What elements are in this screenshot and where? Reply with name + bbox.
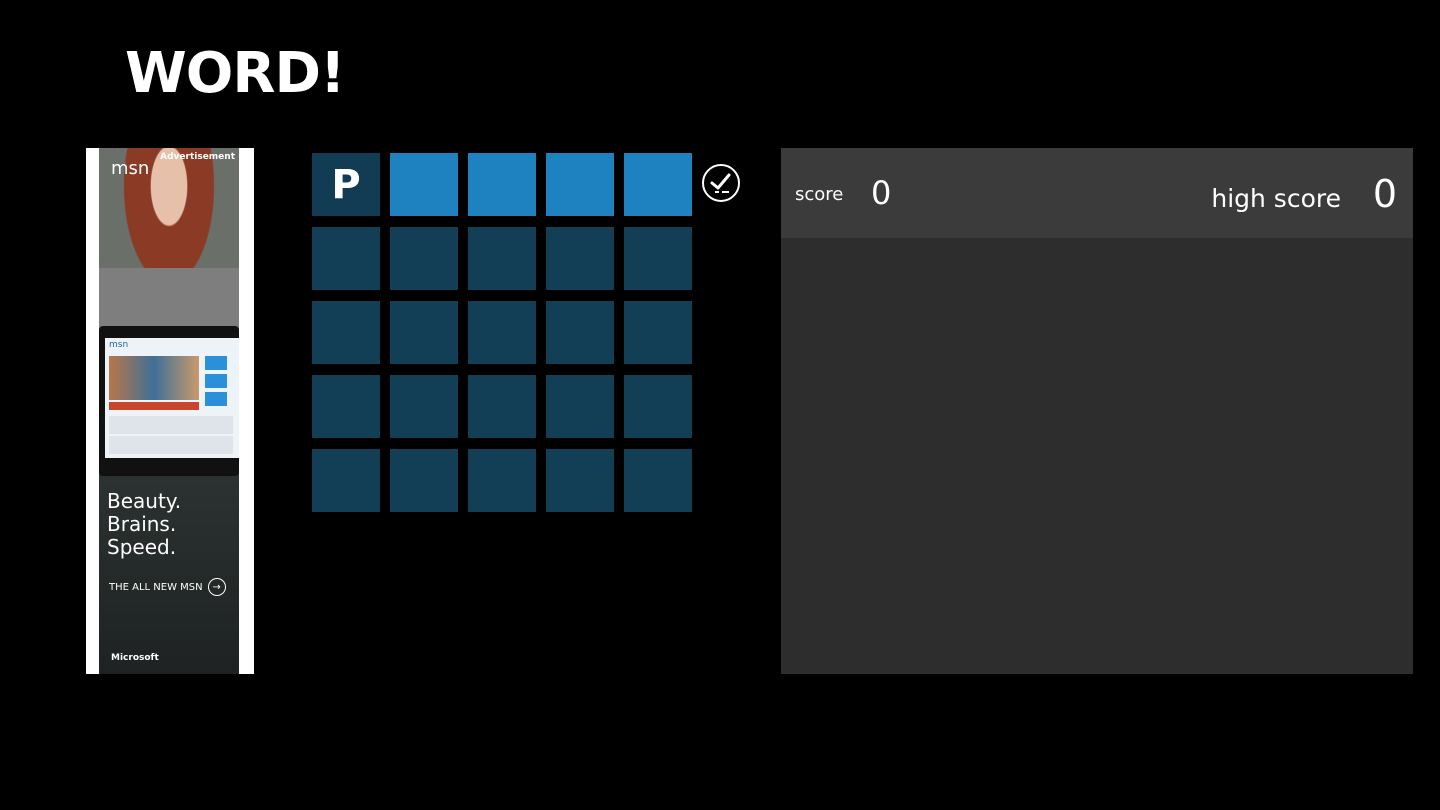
app-title: WORD!: [125, 41, 346, 106]
ad-copy-line: Brains.: [107, 512, 177, 536]
ad-cta-label: THE ALL NEW MSN: [109, 581, 203, 593]
letter-tile[interactable]: [468, 449, 536, 512]
advertisement-banner[interactable]: msn Advertisement msn Beauty. Brains. Sp…: [86, 148, 254, 674]
letter-tile[interactable]: [390, 227, 458, 290]
ad-screen-tile: [205, 356, 227, 370]
ad-screen-logo: msn: [109, 340, 129, 350]
ad-copy: Beauty. Brains. Speed.: [107, 490, 181, 559]
ad-image: msn Advertisement msn Beauty. Brains. Sp…: [99, 148, 239, 674]
letter-tile[interactable]: [390, 375, 458, 438]
letter-tile[interactable]: [390, 449, 458, 512]
ad-sponsor: Microsoft: [111, 653, 159, 663]
check-circle-icon[interactable]: [702, 164, 740, 202]
letter-tile[interactable]: [390, 153, 458, 216]
ad-screen-tile: [205, 374, 227, 388]
ad-tablet-image: msn: [99, 326, 239, 476]
letter-tile[interactable]: P: [312, 153, 380, 216]
ad-label: Advertisement: [160, 152, 235, 162]
ad-brand-logo: msn: [111, 158, 150, 179]
letter-tile[interactable]: [546, 375, 614, 438]
score-value: 0: [871, 174, 892, 212]
letter-tile[interactable]: [468, 227, 536, 290]
letter-grid: P: [312, 153, 692, 512]
letter-tile[interactable]: [546, 301, 614, 364]
letter-tile[interactable]: [390, 301, 458, 364]
ad-tablet-screen: msn: [105, 338, 239, 458]
score-label: score: [795, 184, 844, 205]
ad-screen-tile: [205, 392, 227, 406]
letter-tile[interactable]: [546, 227, 614, 290]
high-score-value: 0: [1372, 172, 1397, 216]
letter-tile[interactable]: [546, 153, 614, 216]
letter-tile[interactable]: [468, 301, 536, 364]
check-icon-glyph: [710, 173, 731, 193]
letter-tile[interactable]: [468, 153, 536, 216]
letter-tile[interactable]: [624, 301, 692, 364]
ad-copy-line: Beauty.: [107, 489, 182, 513]
ad-screen-caption: [109, 402, 199, 410]
ad-copy-line: Speed.: [107, 535, 177, 559]
letter-tile[interactable]: [312, 301, 380, 364]
ad-screen-hero: [109, 356, 199, 400]
ad-screen-row: [109, 416, 233, 434]
letter-tile[interactable]: [624, 153, 692, 216]
score-header: score 0 high score 0: [781, 148, 1413, 238]
letter-tile[interactable]: [312, 449, 380, 512]
letter-tile[interactable]: [624, 375, 692, 438]
letter-tile[interactable]: [468, 375, 536, 438]
arrow-right-icon: →: [207, 578, 226, 596]
letter-tile[interactable]: [624, 449, 692, 512]
letter-tile[interactable]: [546, 449, 614, 512]
score-panel: score 0 high score 0: [781, 148, 1413, 674]
letter-tile[interactable]: [312, 227, 380, 290]
ad-cta-link[interactable]: THE ALL NEW MSN →: [109, 578, 226, 596]
letter-tile[interactable]: [312, 375, 380, 438]
ad-screen-row: [109, 436, 233, 454]
high-score-label: high score: [1211, 184, 1341, 213]
letter-tile[interactable]: [624, 227, 692, 290]
